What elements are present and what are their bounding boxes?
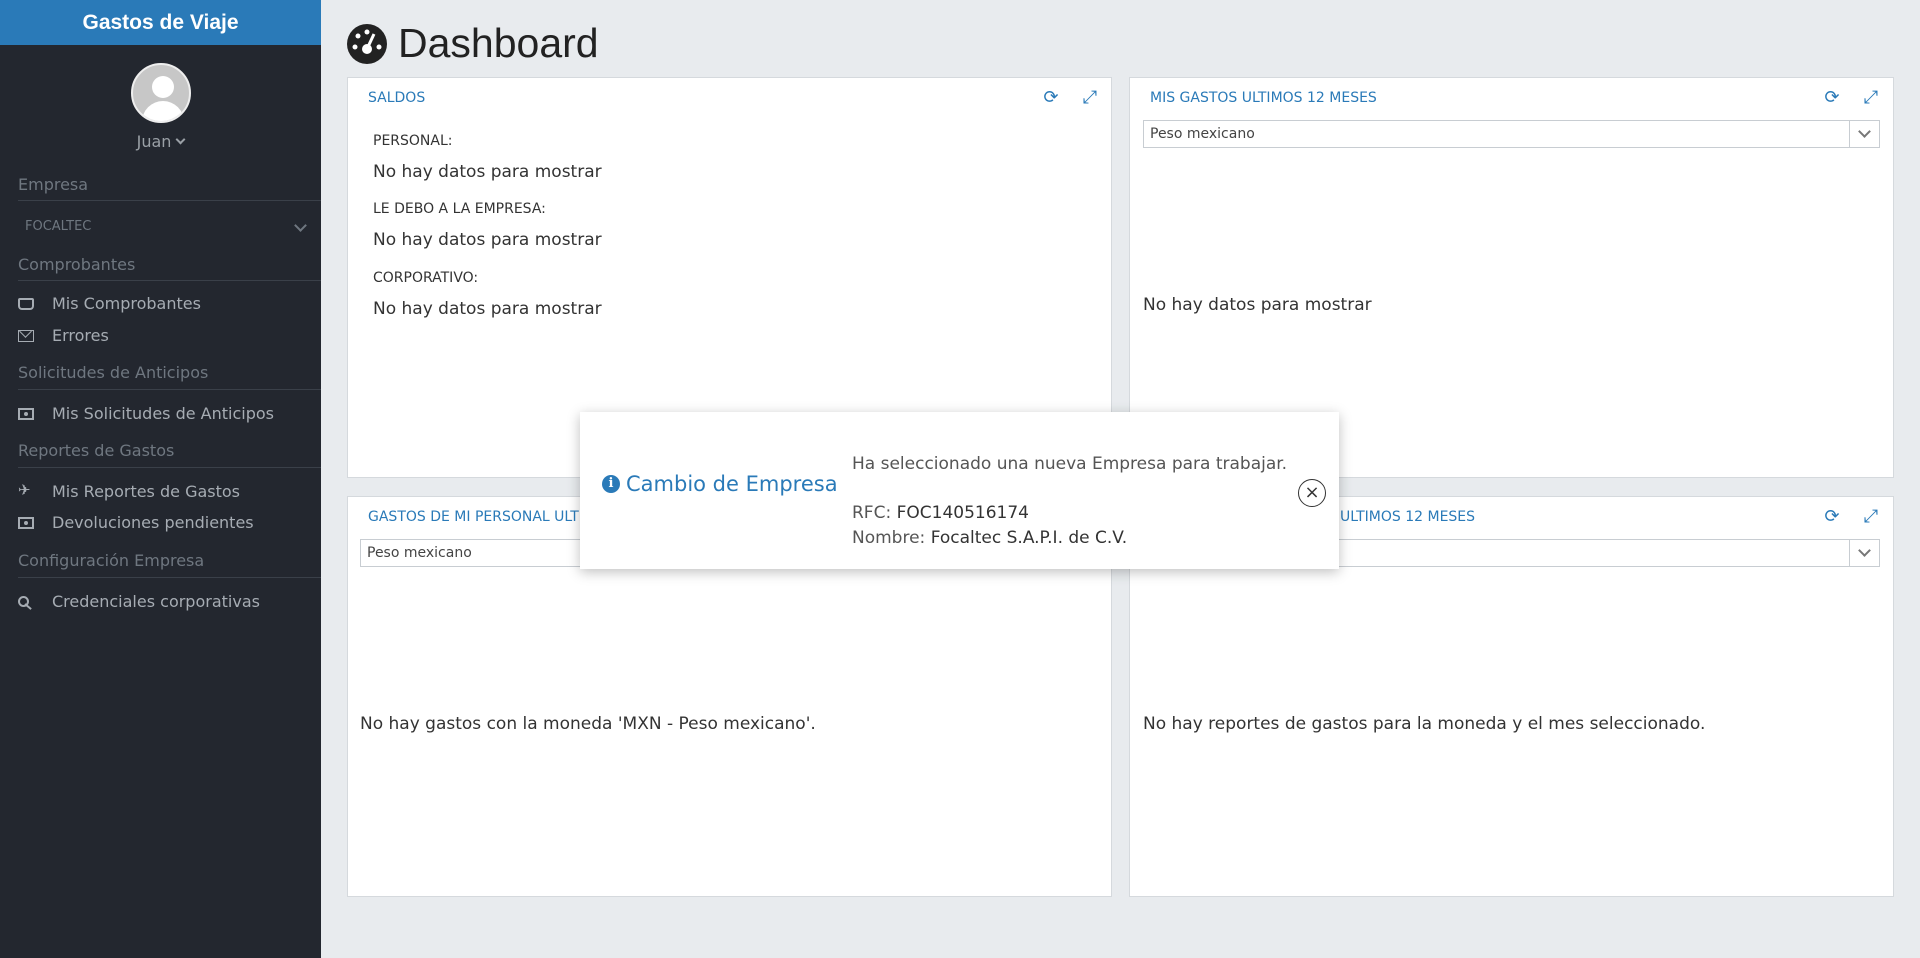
company-select[interactable]: FOCALTEC bbox=[25, 219, 315, 234]
panel-title: GASTOS DE MI PERSONAL ULT bbox=[368, 509, 579, 525]
dialog-message: Ha seleccionado una nueva Empresa para t… bbox=[852, 454, 1288, 474]
section-empresa: Empresa bbox=[18, 175, 89, 194]
currency-select-value: Peso mexicano bbox=[1150, 126, 1255, 142]
company-change-dialog: i Cambio de Empresa Ha seleccionado una … bbox=[580, 412, 1339, 569]
money-icon bbox=[18, 516, 34, 529]
section-reportes: Reportes de Gastos bbox=[18, 441, 175, 460]
section-anticipos: Solicitudes de Anticipos bbox=[18, 363, 209, 382]
sidebar-item-devoluciones[interactable]: Devoluciones pendientes bbox=[18, 513, 254, 532]
info-icon: i bbox=[602, 475, 620, 493]
divider bbox=[18, 467, 321, 468]
label-personal: PERSONAL: bbox=[373, 133, 453, 149]
currency-select[interactable]: Peso mexicano bbox=[1143, 120, 1880, 148]
chevron-down-icon bbox=[1849, 540, 1879, 566]
sidebar-item-credenciales[interactable]: Credenciales corporativas bbox=[18, 592, 260, 611]
empty-message: No hay datos para mostrar bbox=[1143, 295, 1372, 315]
sidebar-item-mis-reportes[interactable]: Mis Reportes de Gastos bbox=[18, 481, 240, 502]
chevron-down-icon bbox=[294, 219, 307, 232]
nombre-value: Focaltec S.A.P.I. de C.V. bbox=[930, 528, 1128, 548]
username-label: Juan bbox=[136, 132, 172, 151]
currency-select-value: Peso mexicano bbox=[367, 545, 472, 561]
divider bbox=[18, 389, 321, 390]
panel-title: MIS GASTOS ULTIMOS 12 MESES bbox=[1150, 90, 1377, 106]
sidebar-item-mis-comprobantes[interactable]: Mis Comprobantes bbox=[18, 294, 201, 313]
dialog-title-text: Cambio de Empresa bbox=[626, 472, 838, 496]
user-menu[interactable]: Juan bbox=[0, 132, 321, 151]
expand-icon[interactable]: ⤢ bbox=[1861, 88, 1881, 108]
empty-message: No hay reportes de gastos para la moneda… bbox=[1143, 714, 1706, 734]
expand-icon[interactable]: ⤢ bbox=[1861, 507, 1881, 527]
refresh-icon[interactable]: ⟳ bbox=[1822, 88, 1842, 108]
close-icon[interactable]: × bbox=[1298, 479, 1326, 507]
section-config: Configuración Empresa bbox=[18, 551, 205, 570]
expand-icon[interactable]: ⤢ bbox=[1080, 88, 1100, 108]
key-icon bbox=[18, 595, 34, 608]
plane-icon bbox=[18, 481, 34, 499]
dialog-nombre: Nombre: Focaltec S.A.P.I. de C.V. bbox=[852, 528, 1128, 548]
rfc-value: FOC140516174 bbox=[896, 503, 1029, 523]
envelope-icon bbox=[18, 329, 34, 342]
divider bbox=[18, 280, 321, 281]
inbox-icon bbox=[18, 297, 34, 310]
company-select-value: FOCALTEC bbox=[25, 219, 92, 234]
dashboard-gauge-icon bbox=[347, 23, 387, 64]
divider bbox=[18, 200, 321, 201]
sidebar-item-errores[interactable]: Errores bbox=[18, 326, 109, 345]
chevron-down-icon bbox=[1849, 121, 1879, 147]
label-corporativo: CORPORATIVO: bbox=[373, 270, 479, 286]
value-personal: No hay datos para mostrar bbox=[373, 162, 602, 182]
brand-title[interactable]: Gastos de Viaje bbox=[0, 0, 321, 45]
money-icon bbox=[18, 407, 34, 420]
page-title-text: Dashboard bbox=[398, 20, 599, 66]
value-corporativo: No hay datos para mostrar bbox=[373, 299, 602, 319]
avatar[interactable] bbox=[130, 63, 191, 123]
section-comprobantes: Comprobantes bbox=[18, 255, 136, 274]
divider bbox=[18, 577, 321, 578]
empty-message: No hay gastos con la moneda 'MXN - Peso … bbox=[360, 714, 816, 734]
panel-title: SALDOS bbox=[368, 90, 426, 106]
dialog-rfc: RFC: FOC140516174 bbox=[852, 503, 1029, 523]
panel-title: ULTIMOS 12 MESES bbox=[1340, 509, 1476, 525]
page-title: Dashboard bbox=[346, 20, 599, 67]
refresh-icon[interactable]: ⟳ bbox=[1822, 507, 1842, 527]
sidebar: Gastos de Viaje Juan Empresa FOCALTEC Co… bbox=[0, 0, 321, 958]
chevron-down-icon bbox=[175, 134, 186, 145]
refresh-icon[interactable]: ⟳ bbox=[1041, 88, 1061, 108]
dialog-title: i Cambio de Empresa bbox=[602, 472, 838, 496]
sidebar-item-mis-solicitudes[interactable]: Mis Solicitudes de Anticipos bbox=[18, 404, 274, 423]
value-debo: No hay datos para mostrar bbox=[373, 230, 602, 250]
label-debo: LE DEBO A LA EMPRESA: bbox=[373, 201, 546, 217]
